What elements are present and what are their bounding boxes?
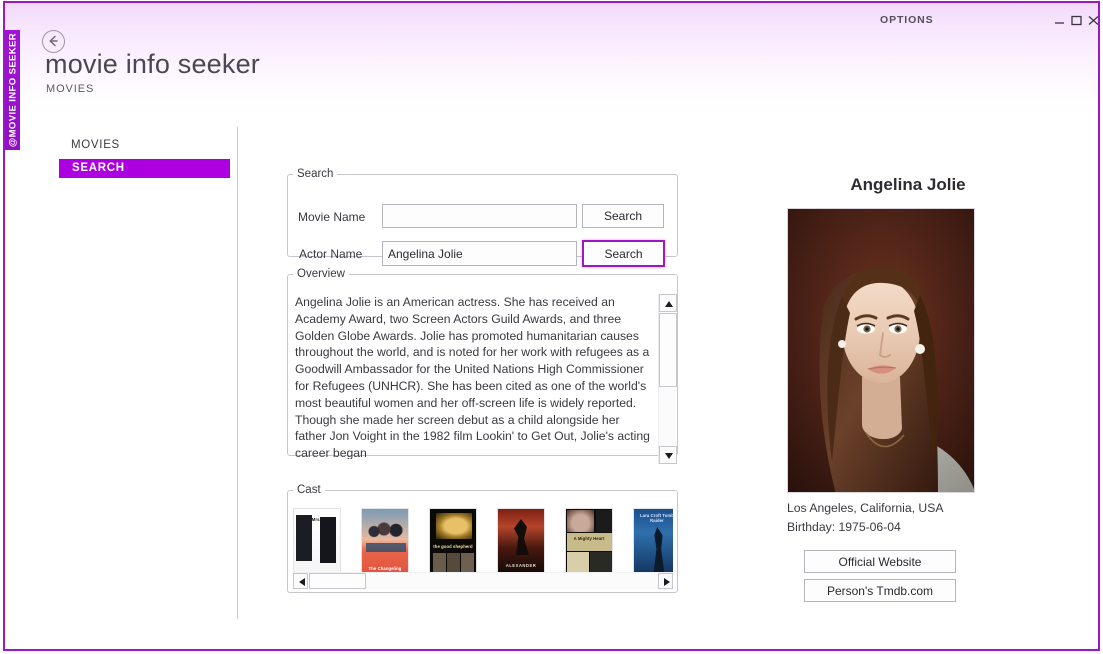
minimize-icon[interactable] (1053, 14, 1066, 27)
search-groupbox: Search Movie Name Search Actor Name Sear… (287, 168, 678, 267)
person-name: Angelina Jolie (850, 175, 966, 194)
triangle-left-icon[interactable] (293, 573, 308, 589)
cast-poster[interactable]: ALEXANDER (497, 508, 545, 577)
overview-groupbox-legend: Overview (297, 268, 345, 280)
options-label[interactable]: OPTIONS (880, 14, 934, 26)
movie-search-button[interactable]: Search (582, 204, 664, 228)
overview-scrollbar[interactable] (658, 294, 677, 464)
title-bar: OPTIONS (5, 3, 1098, 35)
cast-poster-strip: Mr. & Mrs. Smith The Changeling the good… (293, 508, 673, 577)
person-detail-panel: Angelina Jolie Los Angeles, California, … (758, 115, 1098, 649)
cast-poster[interactable]: Lara Croft Tomb Raider (633, 508, 673, 577)
page-title: movie info seeker (45, 49, 260, 79)
sidebar: MOVIES SEARCH (5, 115, 238, 649)
cast-scrollbar-thumb[interactable] (309, 573, 366, 589)
cast-poster-title: A Mighty Heart (573, 536, 605, 541)
maximize-icon[interactable] (1070, 14, 1083, 27)
overview-scrollbar-thumb[interactable] (659, 313, 677, 387)
actor-search-button[interactable]: Search (582, 240, 665, 267)
actor-name-label: Actor Name (299, 247, 363, 261)
main-content: Search Movie Name Search Actor Name Sear… (238, 115, 758, 649)
cast-poster-title: Mr. & Mrs. Smith (299, 517, 335, 522)
triangle-up-icon[interactable] (659, 294, 677, 312)
close-icon[interactable] (1087, 14, 1098, 27)
triangle-down-icon[interactable] (659, 446, 677, 464)
tmdb-link-button[interactable]: Person's Tmdb.com (804, 579, 956, 602)
cast-groupbox-legend: Cast (297, 484, 321, 496)
cast-horizontal-scrollbar[interactable] (293, 572, 673, 589)
cast-poster-title: The Changeling (368, 566, 402, 571)
avatar (787, 208, 975, 493)
cast-poster-title: the good shepherd (433, 544, 473, 549)
overview-groupbox: Overview Angelina Jolie is an American a… (287, 268, 678, 464)
cast-poster-title: ALEXANDER (505, 563, 537, 568)
sidebar-item-label: SEARCH (72, 162, 125, 174)
triangle-right-icon[interactable] (658, 573, 673, 589)
movie-name-input[interactable] (382, 204, 577, 228)
header-banner: OPTIONS movie info seeker MOVIES (5, 3, 1098, 115)
sidebar-heading: MOVIES (71, 139, 120, 151)
cast-poster-title: Lara Croft Tomb Raider (640, 513, 673, 523)
app-vertical-tab-label: @MOVIE INFO SEEKER (7, 32, 18, 148)
official-website-button[interactable]: Official Website (804, 550, 956, 573)
actor-name-input[interactable] (382, 241, 577, 266)
app-vertical-tab[interactable]: @MOVIE INFO SEEKER (5, 30, 20, 150)
movie-name-label: Movie Name (298, 210, 366, 224)
sidebar-item-search[interactable]: SEARCH (59, 159, 230, 178)
cast-poster[interactable]: Mr. & Mrs. Smith (293, 508, 341, 577)
application-window: OPTIONS movie info seeker MOVIES @MOVIE … (3, 1, 1100, 651)
person-birthplace: Los Angeles, California, USA (787, 501, 944, 515)
cast-poster[interactable]: the good shepherd (429, 508, 477, 577)
overview-text[interactable]: Angelina Jolie is an American actress. S… (295, 294, 651, 459)
cast-poster[interactable]: A Mighty Heart (565, 508, 613, 577)
person-birthday: Birthday: 1975-06-04 (787, 520, 901, 534)
cast-groupbox: Cast Mr. & Mrs. Smith The Changeling the… (287, 484, 678, 593)
page-subtitle: MOVIES (46, 83, 95, 95)
cast-poster[interactable]: The Changeling (361, 508, 409, 577)
search-groupbox-legend: Search (297, 168, 334, 180)
